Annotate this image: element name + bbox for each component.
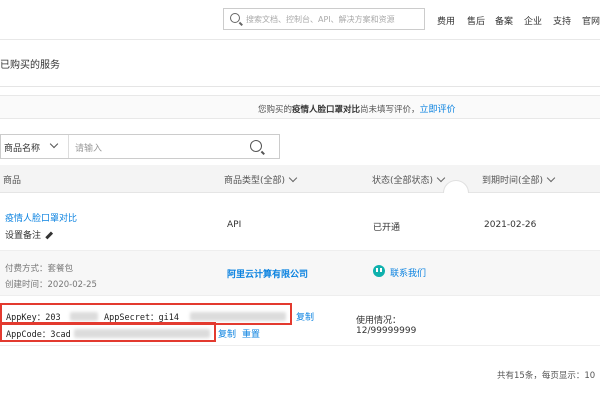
reset-appcode-button[interactable]: 重置 [242,327,260,340]
filter-field-label: 商品名称 [4,144,41,154]
table-header: 商品 商品类型(全部) 状态(全部状态) 到期时间(全部) [0,165,600,193]
th-expiry-label: 到期时间(全部) [482,176,544,186]
magnifier-icon[interactable] [250,140,262,152]
product-filter: 商品名称 请输入 [0,134,280,159]
th-expiry[interactable]: 到期时间(全部) [482,173,556,186]
notice-prefix: 您购买的 [258,105,293,115]
usage-value: 12/99999999 [356,326,417,336]
filter-field-select[interactable]: 商品名称 [1,135,69,158]
nav-official-site[interactable]: 官网 [582,14,600,27]
set-note-button[interactable]: 设置备注 [5,228,53,241]
expiry-date: 2021-02-26 [484,220,537,230]
search-icon [230,13,240,23]
nav-after-sales[interactable]: 售后 [467,14,485,27]
nav-enterprise[interactable]: 企业 [524,14,542,27]
pagination-summary: 共有15条，每页显示：10 [497,371,596,381]
search-placeholder: 搜索文档、控制台、API、解决方案和资源 [246,15,395,24]
nav-fees[interactable]: 费用 [437,14,455,27]
copy-appcode-button[interactable]: 复制 [218,327,236,340]
th-type-label: 商品类型(全部) [224,176,286,186]
page-title: 已购买的服务 [0,60,60,71]
th-product: 商品 [3,176,22,186]
th-type[interactable]: 商品类型(全部) [224,173,298,186]
product-name-link[interactable]: 疫情人脸口罩对比 [5,211,77,224]
notice-middle: 尚未填写评价， [360,105,420,115]
global-search-input[interactable]: 搜索文档、控制台、API、解决方案和资源 [223,8,425,30]
divider [0,86,600,87]
highlight-box [0,322,216,342]
pencil-icon [45,231,53,239]
review-notice: 您购买的疫情人脸口罩对比尚未填写评价，立即评价 [0,95,600,119]
th-status-label: 状态(全部状态) [372,176,434,186]
pay-method: 付费方式：套餐包 [5,264,74,274]
chevron-down-icon [288,173,298,183]
review-now-link[interactable]: 立即评价 [420,105,456,115]
product-type: API [227,220,242,230]
vendor-link[interactable]: 阿里云计算有限公司 [227,267,308,280]
created-time: 创建时间：2020-02-25 [5,280,97,290]
nav-support[interactable]: 支持 [553,14,571,27]
product-status: 已开通 [373,223,401,233]
filter-input[interactable]: 请输入 [75,141,102,154]
copy-key-button[interactable]: 复制 [296,310,314,323]
chevron-down-icon [436,173,446,183]
notice-product: 疫情人脸口罩对比 [292,105,361,115]
contact-us-link[interactable]: 联系我们 [390,266,426,279]
chevron-down-icon [49,139,59,149]
th-status[interactable]: 状态(全部状态) [372,173,446,186]
chevron-down-icon [546,173,556,183]
nav-filing[interactable]: 备案 [495,14,513,27]
set-note-label: 设置备注 [5,231,42,241]
chat-bubble-icon[interactable] [373,265,385,277]
usage-label: 使用情况： [356,316,402,326]
